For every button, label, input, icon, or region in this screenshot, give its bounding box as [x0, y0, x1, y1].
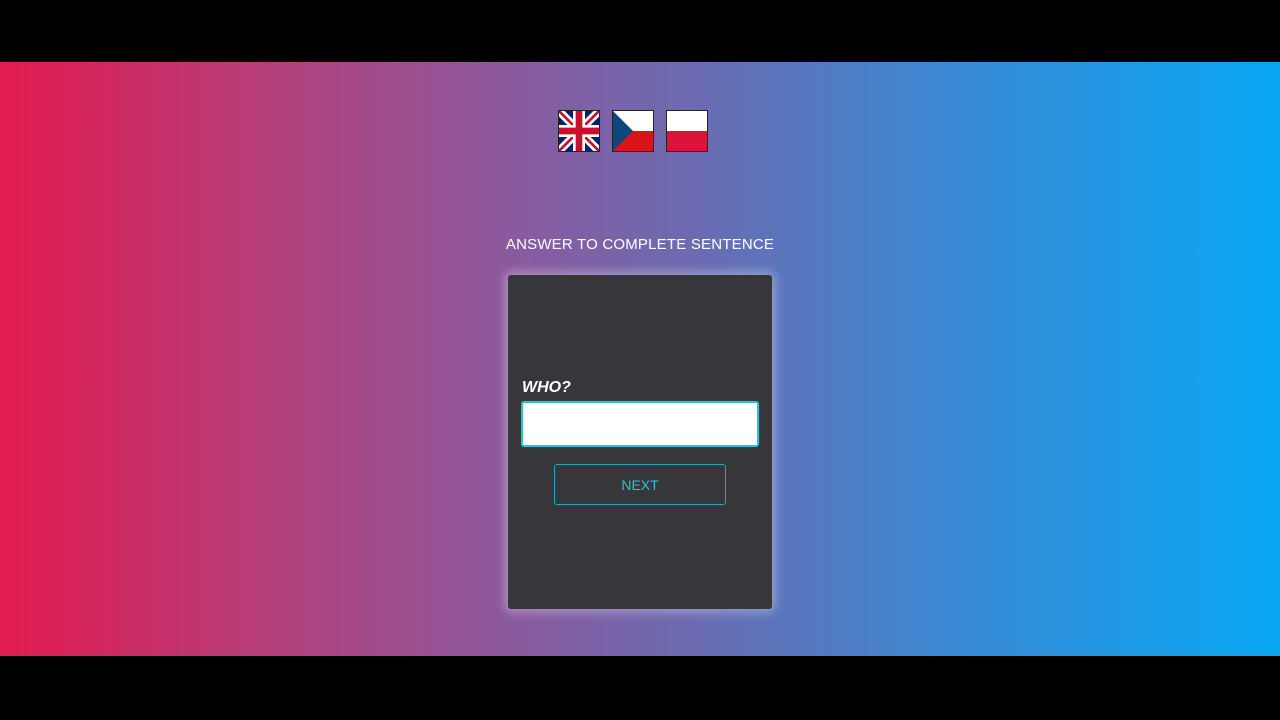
question-card: WHO? NEXT [508, 275, 772, 609]
quiz-stage: ANSWER TO COMPLETE SENTENCE WHO? NEXT [0, 62, 1280, 656]
letterbox-top [0, 0, 1280, 62]
language-selector [558, 110, 708, 152]
next-button[interactable]: NEXT [554, 464, 726, 505]
question-label: WHO? [522, 379, 571, 396]
letterbox-bottom [0, 656, 1280, 720]
czech-flag-icon[interactable] [612, 110, 654, 152]
answer-input[interactable] [521, 401, 759, 447]
uk-flag-icon[interactable] [558, 110, 600, 152]
polish-flag-icon[interactable] [666, 110, 708, 152]
page-title: ANSWER TO COMPLETE SENTENCE [505, 236, 775, 253]
